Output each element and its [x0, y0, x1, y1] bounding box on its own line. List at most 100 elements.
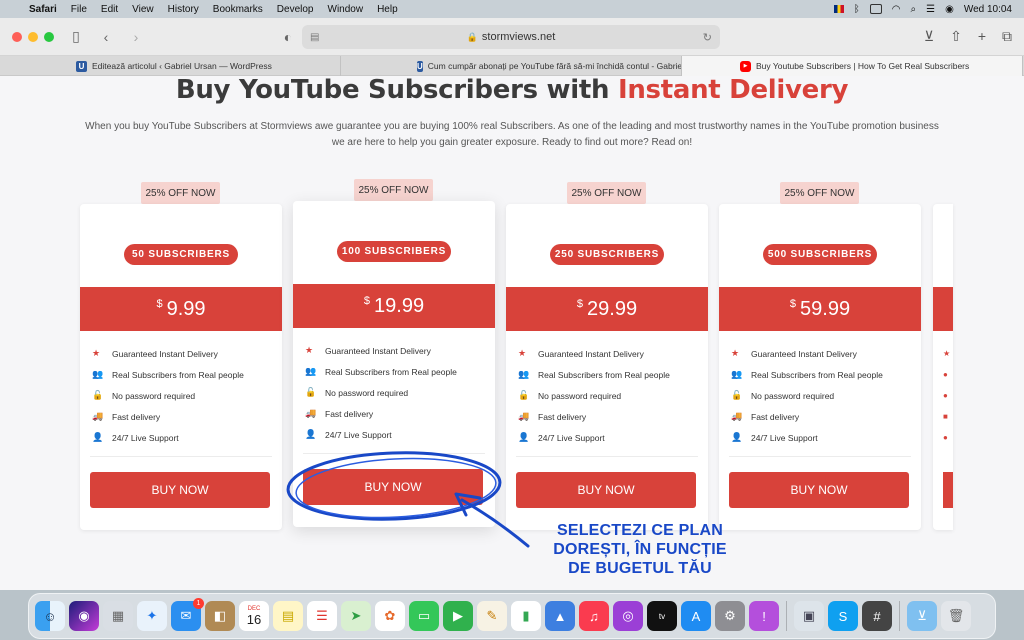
notes-icon[interactable]: ▤	[273, 601, 303, 631]
apple-tv-icon[interactable]: tv	[647, 601, 677, 631]
feature-item: 👤 24/7 Live Support	[92, 427, 270, 448]
users-icon: 👥	[305, 366, 317, 376]
buy-now-button[interactable]: BUY NOW	[90, 472, 270, 508]
calendar-day: 16	[246, 612, 262, 627]
feature-label: No password required	[751, 390, 835, 401]
address-bar[interactable]: ▤ 🔒 stormviews.net ↻	[302, 25, 720, 49]
safari-icon[interactable]: ✦	[137, 601, 167, 631]
user-icon: 👤	[731, 432, 743, 442]
menu-develop[interactable]: Develop	[270, 4, 321, 15]
menu-safari[interactable]: Safari	[22, 4, 64, 15]
feature-label: Guaranteed Instant Delivery	[325, 345, 431, 356]
minimize-window-button[interactable]	[28, 31, 38, 42]
truck-icon: 🚚	[518, 411, 530, 421]
truck-icon: 🚚	[305, 408, 317, 418]
feature-label: Fast delivery	[112, 411, 161, 422]
menu-view[interactable]: View	[125, 4, 161, 15]
reload-icon[interactable]: ↻	[703, 31, 712, 44]
skype-icon[interactable]: S	[828, 601, 858, 631]
forward-arrow-icon[interactable]: ›	[128, 29, 144, 45]
menu-help[interactable]: Help	[370, 4, 405, 15]
plan-name-pill: 250 SUBSCRIBERS	[550, 244, 664, 265]
feature-label: Guaranteed Instant Delivery	[538, 348, 644, 359]
feature-item: 🚚 Fast delivery	[305, 403, 483, 424]
launchpad-icon[interactable]: ▦	[103, 601, 133, 631]
currency-symbol: $	[156, 298, 163, 310]
bluetooth-icon[interactable]: ᛒ	[854, 4, 860, 15]
control-center-icon[interactable]: ☰	[926, 4, 935, 15]
calendar-icon[interactable]: DEC 16	[239, 601, 269, 631]
price-value: 59.99	[800, 297, 851, 320]
downloads-icon[interactable]: ⊻	[924, 28, 934, 45]
unlock-icon: 🔓	[518, 390, 530, 400]
currency-symbol: $	[363, 295, 371, 307]
app-store-icon[interactable]: A	[681, 601, 711, 631]
star-icon: ★	[92, 348, 101, 358]
podcasts-icon[interactable]: ◎	[613, 601, 643, 631]
numbers-icon[interactable]: ▮	[511, 601, 541, 631]
star-icon: ★	[305, 345, 314, 355]
zoom-window-button[interactable]	[44, 31, 54, 42]
system-preferences-icon[interactable]: ⚙	[715, 601, 745, 631]
facetime-icon[interactable]: ▶	[443, 601, 473, 631]
star-icon: ★	[731, 348, 740, 358]
buy-now-button[interactable]: BUY NOW	[303, 469, 483, 505]
spotlight-icon[interactable]: ⌕	[911, 4, 917, 15]
back-arrow-icon[interactable]: ‹	[98, 29, 114, 45]
tab-wordpress[interactable]: U Editează articolul ‹ Gabriel Ursan — W…	[0, 56, 341, 76]
buy-now-button[interactable]: BUY NOW	[729, 472, 909, 508]
feature-label: Fast delivery	[538, 411, 587, 422]
mail-icon[interactable]: ✉ 1	[171, 598, 204, 631]
tab-overview-icon[interactable]: ⧉	[1002, 28, 1012, 45]
finder-icon[interactable]: ☺	[35, 601, 65, 631]
truck-icon: 🚚	[731, 411, 743, 421]
feature-label: 24/7 Live Support	[112, 432, 179, 443]
preview-icon[interactable]: ▣	[794, 601, 824, 631]
feature-item: ★ Guaranteed Instant Delivery	[92, 343, 270, 364]
feature-label: 24/7 Live Support	[538, 432, 605, 443]
freeform-icon[interactable]: ✎	[477, 601, 507, 631]
close-window-button[interactable]	[12, 31, 22, 42]
romanian-flag-icon[interactable]	[833, 5, 844, 13]
keynote-icon[interactable]: ▲	[545, 601, 575, 631]
tab-article[interactable]: U Cum cumpăr abonați pe YouTube fără să-…	[341, 56, 682, 76]
siri-icon[interactable]: ◉	[69, 601, 99, 631]
menu-window[interactable]: Window	[321, 4, 371, 15]
privacy-shield-icon[interactable]: ◐	[280, 29, 296, 45]
star-icon: ★	[943, 349, 951, 358]
tab-stormviews[interactable]: ▶ Buy Youtube Subscribers | How To Get R…	[682, 56, 1023, 76]
plan-price: $29.99	[506, 287, 708, 331]
messages-icon[interactable]: ▭	[409, 601, 439, 631]
menu-file[interactable]: File	[64, 4, 94, 15]
feedback-assistant-icon[interactable]: !	[749, 601, 779, 631]
sidebar-toggle-icon[interactable]: ▯	[68, 28, 84, 45]
page-menu-icon[interactable]: ▤	[310, 32, 319, 43]
music-icon[interactable]: ♫	[579, 601, 609, 631]
photos-icon[interactable]: ✿	[375, 601, 405, 631]
youtube-favicon-icon: ▶	[740, 60, 751, 72]
reminders-icon[interactable]: ☰	[307, 601, 337, 631]
menu-bookmarks[interactable]: Bookmarks	[206, 4, 270, 15]
discount-badge: 25% OFF NOW	[141, 182, 220, 204]
url-text: stormviews.net	[481, 31, 556, 43]
calculator-icon[interactable]: #	[862, 601, 892, 631]
menu-history[interactable]: History	[161, 4, 206, 15]
maps-icon[interactable]: ➤	[341, 601, 371, 631]
share-icon[interactable]: ⇧	[950, 28, 962, 45]
plan-price: $19.99	[293, 284, 495, 328]
trash-icon[interactable]: 🗑	[941, 601, 971, 631]
buy-now-button[interactable]: BUY NOW	[516, 472, 696, 508]
users-icon: 👥	[92, 369, 104, 379]
wifi-icon[interactable]: ◠	[892, 4, 901, 15]
menu-edit[interactable]: Edit	[94, 4, 125, 15]
buy-now-button[interactable]	[943, 472, 953, 508]
star-icon: ★	[518, 348, 527, 358]
contacts-icon[interactable]: ◧	[205, 601, 235, 631]
downloads-folder-icon[interactable]: ⊻	[907, 601, 937, 631]
battery-icon[interactable]	[869, 4, 882, 14]
new-tab-icon[interactable]: +	[978, 28, 986, 45]
feature-label: Real Subscribers from Real people	[538, 369, 670, 380]
menubar-clock[interactable]: Wed 10:04	[964, 4, 1012, 15]
feature-item: ★ Guaranteed Instant Delivery	[305, 340, 483, 361]
siri-icon[interactable]: ◉	[945, 4, 954, 15]
